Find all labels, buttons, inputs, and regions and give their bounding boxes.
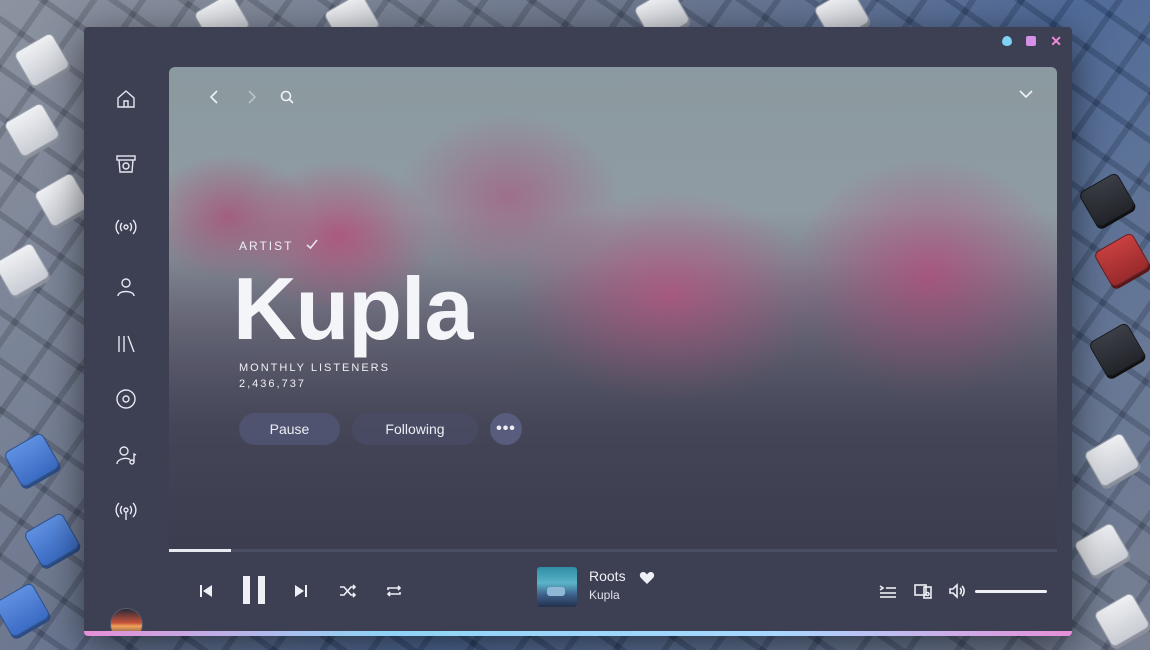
keyboard-key bbox=[1092, 231, 1150, 289]
player-bar: Roots Kupla bbox=[169, 552, 1057, 630]
monthly-listeners-value: 2,436,737 bbox=[239, 378, 306, 390]
artist-header-image: ARTIST Kupla MONTHLY LISTENERS 2,436,737… bbox=[169, 67, 1057, 549]
back-icon[interactable] bbox=[207, 89, 223, 105]
volume-slider[interactable] bbox=[975, 590, 1047, 593]
maximize-button[interactable] bbox=[1026, 36, 1037, 46]
forward-icon[interactable] bbox=[243, 89, 259, 105]
podcast-icon[interactable] bbox=[114, 499, 138, 523]
user-icon[interactable] bbox=[114, 275, 138, 299]
window-controls: ✕ bbox=[1002, 34, 1062, 48]
pause-playback-button[interactable] bbox=[241, 573, 267, 612]
keyboard-key bbox=[0, 241, 52, 299]
library-icon[interactable] bbox=[114, 332, 138, 356]
artist-icon[interactable] bbox=[114, 443, 138, 467]
monthly-listeners-label: MONTHLY LISTENERS bbox=[239, 362, 390, 374]
keyboard-key bbox=[1092, 591, 1150, 649]
keyboard-key bbox=[32, 171, 92, 229]
keyboard-key bbox=[1087, 321, 1147, 379]
main-content: ARTIST Kupla MONTHLY LISTENERS 2,436,737… bbox=[169, 67, 1057, 630]
volume-icon[interactable] bbox=[949, 583, 967, 604]
keyboard-key bbox=[2, 431, 62, 489]
verified-check-icon bbox=[305, 237, 319, 254]
window-bottom-glow bbox=[84, 631, 1072, 636]
more-options-button[interactable]: ••• bbox=[490, 413, 522, 445]
drop-icon[interactable] bbox=[1002, 36, 1013, 46]
basket-icon[interactable] bbox=[114, 152, 138, 176]
keyboard-key bbox=[12, 31, 72, 89]
album-cover[interactable] bbox=[537, 567, 577, 607]
artist-name: Kupla bbox=[233, 259, 473, 358]
keyboard-key bbox=[22, 511, 82, 569]
keyboard-key bbox=[1077, 171, 1137, 229]
heart-icon[interactable] bbox=[639, 570, 655, 586]
pause-button[interactable]: Pause bbox=[239, 413, 340, 445]
close-button[interactable]: ✕ bbox=[1050, 34, 1062, 48]
artist-actions: Pause Following ••• bbox=[239, 413, 522, 445]
queue-icon[interactable] bbox=[879, 583, 897, 604]
artist-type-label: ARTIST bbox=[239, 237, 319, 254]
top-navigation bbox=[207, 89, 295, 105]
previous-track-button[interactable] bbox=[199, 584, 213, 603]
track-title[interactable]: Roots bbox=[589, 568, 626, 584]
shuffle-icon[interactable] bbox=[339, 583, 357, 604]
following-button[interactable]: Following bbox=[352, 413, 478, 445]
keyboard-key bbox=[2, 101, 62, 159]
radio-icon[interactable] bbox=[114, 215, 138, 239]
next-track-button[interactable] bbox=[294, 584, 308, 603]
volume-slider-fill bbox=[975, 590, 1047, 593]
track-artist[interactable]: Kupla bbox=[589, 588, 620, 602]
home-icon[interactable] bbox=[114, 87, 138, 111]
keyboard-key bbox=[1082, 431, 1142, 489]
keyboard-key bbox=[0, 581, 52, 639]
disc-icon[interactable] bbox=[114, 387, 138, 411]
chevron-down-icon[interactable] bbox=[1017, 85, 1035, 103]
sidebar bbox=[84, 67, 168, 636]
app-window: ✕ ARTIST Kupla MONTHLY LISTENERS 2,436,7… bbox=[84, 27, 1072, 636]
repeat-icon[interactable] bbox=[385, 583, 403, 604]
search-icon[interactable] bbox=[279, 89, 295, 105]
artist-label-text: ARTIST bbox=[239, 238, 294, 253]
devices-icon[interactable] bbox=[914, 583, 932, 604]
keyboard-key bbox=[1072, 521, 1132, 579]
